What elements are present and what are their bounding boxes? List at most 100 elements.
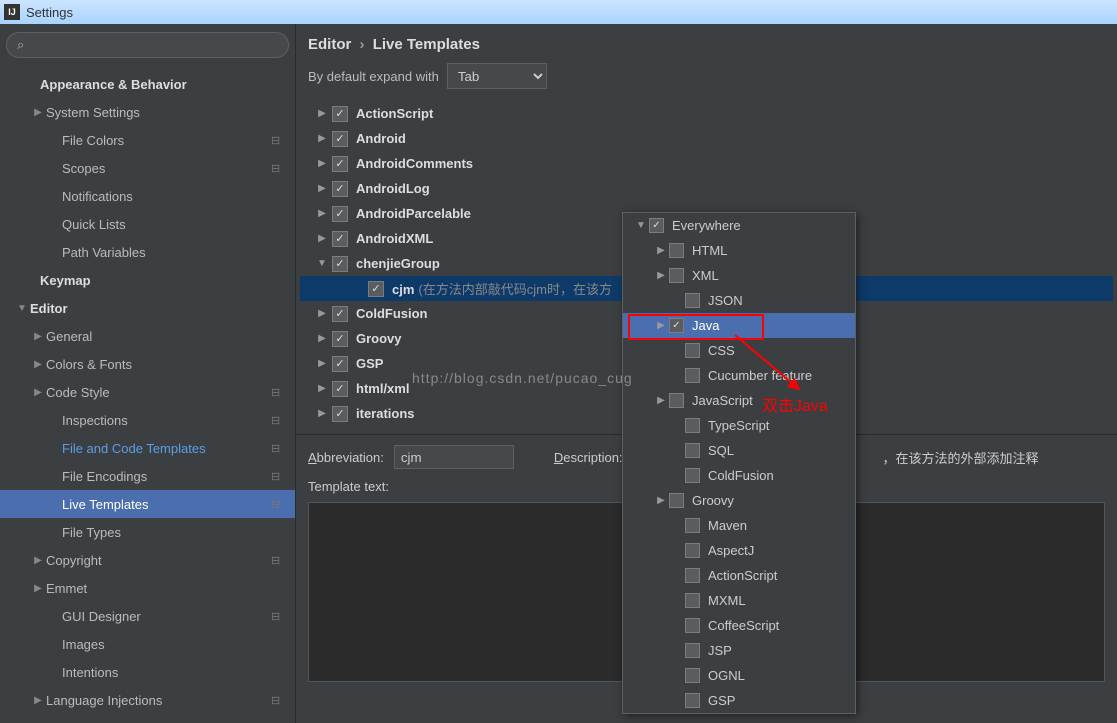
context-item[interactable]: TypeScript <box>623 413 855 438</box>
expand-arrow-icon: ▶ <box>312 183 332 194</box>
checkbox[interactable] <box>685 343 700 358</box>
checkbox[interactable] <box>685 543 700 558</box>
checkbox[interactable]: ✓ <box>669 318 684 333</box>
sidebar-item[interactable]: GUI Designer⊟ <box>0 602 295 630</box>
checkbox[interactable]: ✓ <box>332 406 348 422</box>
checkbox[interactable] <box>685 368 700 383</box>
checkbox[interactable]: ✓ <box>332 231 348 247</box>
template-label: cjm(在方法内部敲代码cjm时，在该方 <box>392 279 612 298</box>
sidebar-item[interactable]: Quick Lists <box>0 210 295 238</box>
sidebar-item[interactable]: File Types <box>0 518 295 546</box>
template-label: html/xml <box>356 381 409 396</box>
expand-arrow-icon: ▼ <box>312 258 332 269</box>
template-label: Groovy <box>356 331 402 346</box>
gear-icon: ⊟ <box>271 470 287 483</box>
expand-arrow-icon: ▶ <box>312 108 332 119</box>
checkbox[interactable]: ✓ <box>332 306 348 322</box>
checkbox[interactable]: ✓ <box>332 181 348 197</box>
template-group-row[interactable]: ▶✓Android <box>300 126 1113 151</box>
context-item[interactable]: Maven <box>623 513 855 538</box>
breadcrumb-current: Live Templates <box>373 36 480 53</box>
checkbox[interactable]: ✓ <box>332 206 348 222</box>
checkbox[interactable] <box>685 593 700 608</box>
sidebar-item-label: Path Variables <box>62 245 287 260</box>
checkbox[interactable]: ✓ <box>332 156 348 172</box>
sidebar-item[interactable]: Notifications <box>0 182 295 210</box>
checkbox[interactable] <box>669 393 684 408</box>
template-group-row[interactable]: ▶✓ActionScript <box>300 101 1113 126</box>
expand-with-select[interactable]: Tab <box>447 63 547 89</box>
sidebar-item[interactable]: ▶General <box>0 322 295 350</box>
context-item[interactable]: ▶XML <box>623 263 855 288</box>
checkbox[interactable] <box>685 293 700 308</box>
sidebar-item[interactable]: Inspections⊟ <box>0 406 295 434</box>
checkbox[interactable]: ✓ <box>332 356 348 372</box>
checkbox[interactable] <box>685 643 700 658</box>
template-label: AndroidParcelable <box>356 206 471 221</box>
sidebar-item[interactable]: File Encodings⊟ <box>0 462 295 490</box>
context-item[interactable]: JSP <box>623 638 855 663</box>
checkbox[interactable] <box>669 243 684 258</box>
sidebar-item[interactable]: Live Templates⊟ <box>0 490 295 518</box>
sidebar-item[interactable]: ▶System Settings <box>0 98 295 126</box>
checkbox[interactable]: ✓ <box>368 281 384 297</box>
checkbox[interactable]: ✓ <box>332 256 348 272</box>
checkbox[interactable] <box>669 493 684 508</box>
context-item[interactable]: MXML <box>623 588 855 613</box>
context-item[interactable]: ▶JavaScript <box>623 388 855 413</box>
context-item[interactable]: ▶✓Java <box>623 313 855 338</box>
context-item[interactable]: JSON <box>623 288 855 313</box>
gear-icon: ⊟ <box>271 694 287 707</box>
context-item[interactable]: ▶Groovy <box>623 488 855 513</box>
sidebar-item-label: Notifications <box>62 189 287 204</box>
template-group-row[interactable]: ▶✓AndroidComments <box>300 151 1113 176</box>
context-item[interactable]: GSP <box>623 688 855 713</box>
sidebar-item[interactable]: File and Code Templates⊟ <box>0 434 295 462</box>
checkbox[interactable] <box>685 418 700 433</box>
sidebar-item[interactable]: ▶Language Injections⊟ <box>0 686 295 714</box>
sidebar-item[interactable]: ▶Code Style⊟ <box>0 378 295 406</box>
sidebar-item[interactable]: ▶Emmet <box>0 574 295 602</box>
context-item[interactable]: Cucumber feature <box>623 363 855 388</box>
sidebar-item[interactable]: Spelling⊟ <box>0 714 295 723</box>
sidebar-item[interactable]: ▶Copyright⊟ <box>0 546 295 574</box>
sidebar-item[interactable]: Path Variables <box>0 238 295 266</box>
checkbox[interactable] <box>685 693 700 708</box>
checkbox[interactable] <box>685 518 700 533</box>
abbreviation-label: Abbreviation: <box>308 450 384 465</box>
checkbox[interactable] <box>669 268 684 283</box>
sidebar-item[interactable]: ▶Colors & Fonts <box>0 350 295 378</box>
context-item[interactable]: ActionScript <box>623 563 855 588</box>
sidebar-item[interactable]: Scopes⊟ <box>0 154 295 182</box>
abbreviation-input[interactable] <box>394 445 514 469</box>
context-item[interactable]: OGNL <box>623 663 855 688</box>
context-item[interactable]: ColdFusion <box>623 463 855 488</box>
sidebar-item-label: Scopes <box>62 161 271 176</box>
checkbox[interactable] <box>685 568 700 583</box>
checkbox[interactable]: ✓ <box>332 131 348 147</box>
checkbox[interactable] <box>685 468 700 483</box>
gear-icon: ⊟ <box>271 162 287 175</box>
sidebar-item[interactable]: Intentions <box>0 658 295 686</box>
checkbox[interactable]: ✓ <box>332 331 348 347</box>
checkbox[interactable]: ✓ <box>332 106 348 122</box>
context-item[interactable]: CSS <box>623 338 855 363</box>
sidebar-item[interactable]: Keymap <box>0 266 295 294</box>
sidebar-item[interactable]: ▼Editor <box>0 294 295 322</box>
sidebar-item[interactable]: Images <box>0 630 295 658</box>
sidebar-item-label: Intentions <box>62 665 287 680</box>
checkbox[interactable] <box>685 443 700 458</box>
context-item[interactable]: ▶HTML <box>623 238 855 263</box>
context-item[interactable]: AspectJ <box>623 538 855 563</box>
context-item[interactable]: CoffeeScript <box>623 613 855 638</box>
context-item[interactable]: SQL <box>623 438 855 463</box>
sidebar-item[interactable]: Appearance & Behavior <box>0 70 295 98</box>
checkbox[interactable] <box>685 618 700 633</box>
template-group-row[interactable]: ▶✓AndroidLog <box>300 176 1113 201</box>
sidebar-item[interactable]: File Colors⊟ <box>0 126 295 154</box>
settings-search[interactable]: ⌕ <box>6 32 289 58</box>
context-item[interactable]: ▼✓Everywhere <box>623 213 855 238</box>
checkbox[interactable]: ✓ <box>649 218 664 233</box>
checkbox[interactable] <box>685 668 700 683</box>
checkbox[interactable]: ✓ <box>332 381 348 397</box>
